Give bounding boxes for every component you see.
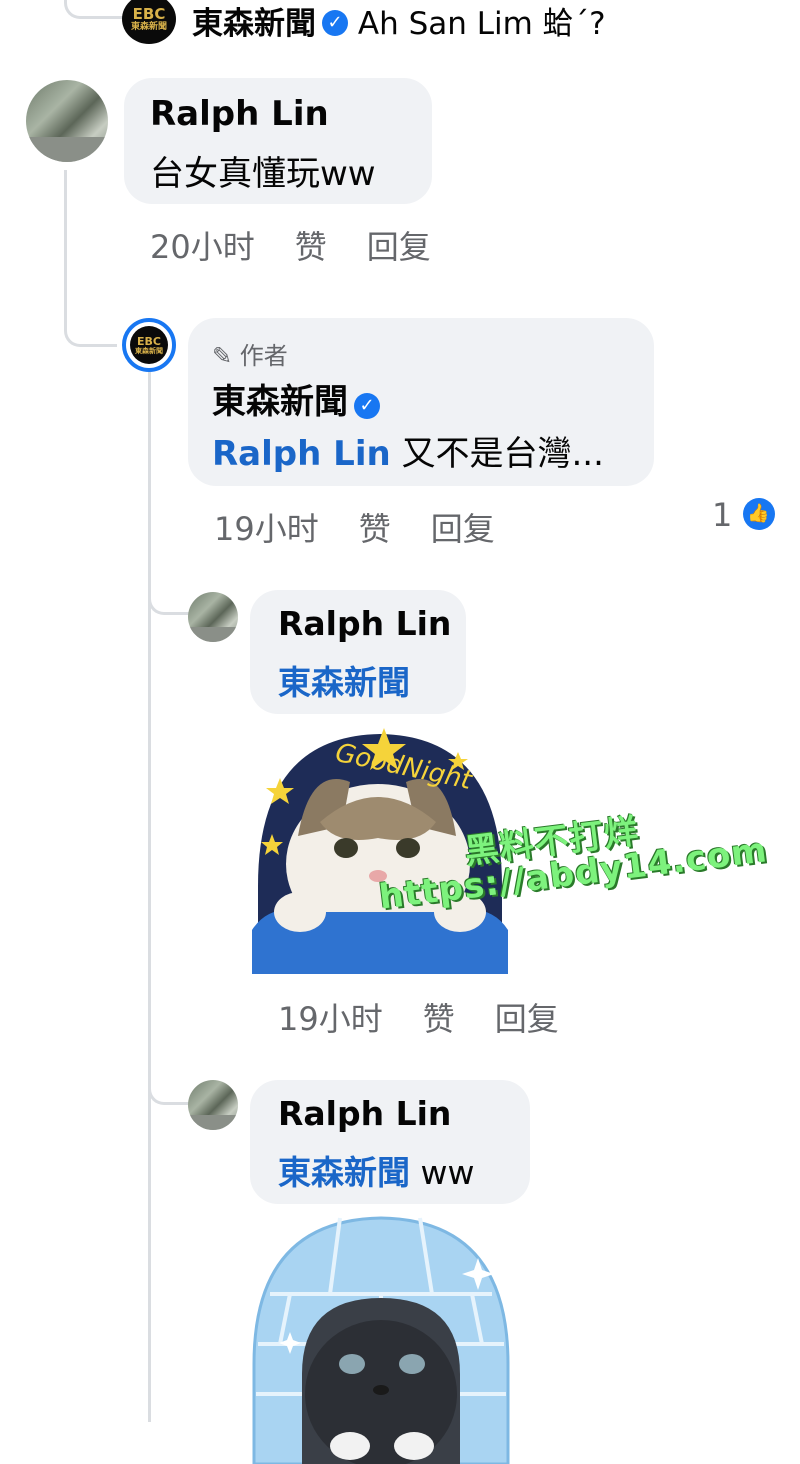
comment-actions-1: 20小时 赞 回复 [150, 222, 471, 268]
reply-button-1[interactable]: 回复 [367, 228, 431, 266]
comment-time-1[interactable]: 20小时 [150, 228, 255, 266]
igloo-sticker[interactable] [250, 1214, 512, 1464]
comment-bubble-1: Ralph Lin 台女真懂玩ww [124, 78, 432, 204]
thread-line-to-reply1 [148, 560, 191, 615]
reply-button-3[interactable]: 回复 [495, 1000, 559, 1038]
verified-icon: ✓ [354, 392, 380, 419]
thread-line-top [64, 0, 125, 19]
thread-line-sub [148, 372, 151, 1422]
mention-link-3[interactable]: 東森新聞 [278, 656, 410, 704]
reply-button-2[interactable]: 回复 [431, 510, 495, 548]
ralph-avatar-2[interactable] [188, 592, 238, 642]
comment-text-4: ww [420, 1153, 475, 1192]
top-comment-line: 東森新聞 ✓ Ah San Lim 蛤´? [192, 0, 606, 43]
comment-text-2: 又不是台灣... [401, 434, 604, 474]
author-badge-label: 作者 [239, 342, 288, 370]
ebc-logo-subtext: 東森新聞 [130, 21, 167, 32]
ebc-logo-subtext: 東森新聞 [135, 346, 163, 355]
thread-line-main [64, 170, 67, 320]
ebc-avatar-author[interactable]: EBC 東森新聞 [122, 318, 176, 372]
comment-text-4-line: 東森新聞 ww [278, 1146, 474, 1194]
comment-bubble-3: Ralph Lin 東森新聞 [250, 590, 466, 714]
verified-icon: ✓ [322, 9, 348, 36]
reaction-summary[interactable]: 1 👍 [712, 496, 775, 534]
comment-author-2-line: 東森新聞 ✓ [212, 374, 380, 423]
comment-author-3[interactable]: Ralph Lin [278, 604, 451, 643]
comment-actions-3: 19小时 赞 回复 [278, 994, 599, 1040]
like-button-1[interactable]: 赞 [295, 228, 327, 266]
comment-time-2[interactable]: 19小时 [214, 510, 319, 548]
top-comment-author[interactable]: 東森新聞 [192, 6, 316, 42]
ebc-logo-text: EBC [132, 4, 166, 23]
reaction-count: 1 [712, 496, 733, 534]
thread-line-to-reply2 [148, 1050, 191, 1105]
comment-actions-2: 19小时 赞 回复 [214, 504, 535, 550]
comment-bubble-2: ✎ 作者 東森新聞 ✓ Ralph Lin 又不是台灣... [188, 318, 654, 486]
comment-text-1: 台女真懂玩ww [150, 154, 376, 194]
like-reaction-icon: 👍 [742, 498, 775, 530]
pencil-icon: ✎ [212, 342, 233, 370]
comment-author-1[interactable]: Ralph Lin [150, 94, 329, 134]
mention-link-4[interactable]: 東森新聞 [278, 1153, 410, 1192]
ebc-logo: EBC 東森新聞 [130, 326, 168, 364]
ebc-logo-text: EBC [137, 334, 161, 348]
comment-bubble-4: Ralph Lin 東森新聞 ww [250, 1080, 530, 1204]
top-comment-text: Ah San Lim 蛤´? [357, 6, 606, 42]
comment-text-2-line: Ralph Lin 又不是台灣... [212, 426, 604, 475]
ralph-avatar-1[interactable] [26, 80, 108, 162]
like-button-3[interactable]: 赞 [423, 1000, 455, 1038]
like-button-2[interactable]: 赞 [359, 510, 391, 548]
thread-line-to-author [64, 300, 117, 347]
ebc-avatar-top[interactable]: EBC 東森新聞 [122, 0, 176, 44]
comment-author-4[interactable]: Ralph Lin [278, 1094, 451, 1133]
author-badge: ✎ 作者 [212, 336, 288, 371]
mention-link-2[interactable]: Ralph Lin [212, 434, 391, 474]
comment-time-3[interactable]: 19小时 [278, 1000, 383, 1038]
ralph-avatar-3[interactable] [188, 1080, 238, 1130]
comment-author-2[interactable]: 東森新聞 [212, 382, 348, 422]
igloo-sticker-art [252, 1216, 510, 1464]
